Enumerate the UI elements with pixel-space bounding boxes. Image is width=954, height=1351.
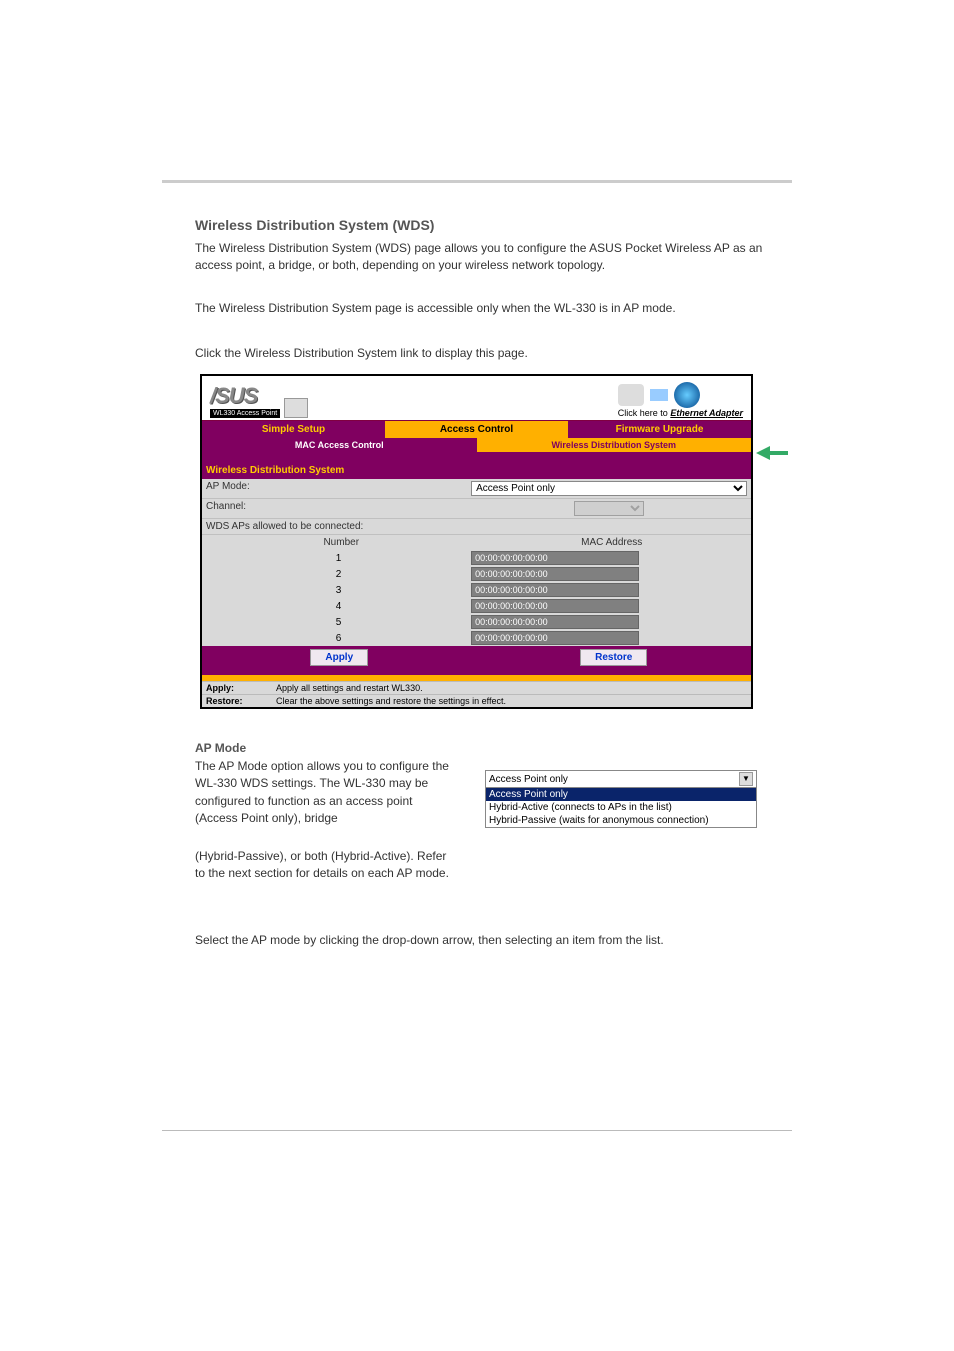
subtab-wds[interactable]: Wireless Distribution System xyxy=(477,438,752,452)
dropdown-option[interactable]: Hybrid-Passive (waits for anonymous conn… xyxy=(486,814,756,827)
apply-desc: Apply all settings and restart WL330. xyxy=(276,683,423,693)
apply-button[interactable]: Apply xyxy=(310,649,368,666)
globe-icon xyxy=(674,382,700,408)
channel-label: Channel: xyxy=(206,501,471,516)
wds-list-heading: WDS APs allowed to be connected: xyxy=(206,521,363,532)
table-row: 3 xyxy=(202,582,751,598)
ap-mode-dropdown-screenshot: Access Point only ▼ Access Point only Hy… xyxy=(485,770,757,828)
callout-arrow-stem xyxy=(770,451,788,455)
table-row: 1 xyxy=(202,550,751,566)
table-row: 5 xyxy=(202,614,751,630)
product-label: WL330 Access Point xyxy=(210,409,280,418)
paragraph: Select the AP mode by clicking the drop-… xyxy=(195,932,790,949)
hand-icon xyxy=(618,384,644,406)
section-heading: Wireless Distribution System (WDS) xyxy=(195,215,790,235)
ap-mode-label: AP Mode: xyxy=(206,481,471,496)
subtab-mac-access-control[interactable]: MAC Access Control xyxy=(202,438,477,452)
ethernet-adapter-link[interactable]: Click here to Ethernet Adapter xyxy=(618,408,743,418)
column-number: Number xyxy=(206,537,477,548)
paragraph: The Wireless Distribution System (WDS) p… xyxy=(195,240,790,275)
paragraph: The AP Mode option allows you to configu… xyxy=(195,758,455,828)
table-row: 6 xyxy=(202,630,751,646)
mac-input[interactable] xyxy=(471,599,639,613)
mac-input[interactable] xyxy=(471,631,639,645)
arrow-icon xyxy=(650,389,668,401)
table-row: 4 xyxy=(202,598,751,614)
router-ui-screenshot: /SUS WL330 Access Point Click here to Et… xyxy=(200,374,753,709)
asus-logo: /SUS xyxy=(210,383,280,409)
ap-mode-select[interactable]: Access Point only xyxy=(471,481,747,496)
device-icon xyxy=(284,398,308,418)
wds-section-heading: Wireless Distribution System xyxy=(202,462,751,479)
callout-arrow-icon xyxy=(756,446,770,460)
paragraph: The Wireless Distribution System page is… xyxy=(195,300,790,317)
apply-desc-label: Apply: xyxy=(206,683,276,693)
restore-button[interactable]: Restore xyxy=(580,649,647,666)
mac-input[interactable] xyxy=(471,615,639,629)
dropdown-selected-value[interactable]: Access Point only xyxy=(489,774,568,785)
dropdown-option[interactable]: Hybrid-Active (connects to APs in the li… xyxy=(486,801,756,814)
chevron-down-icon[interactable]: ▼ xyxy=(739,772,753,786)
channel-select xyxy=(574,501,644,516)
column-mac: MAC Address xyxy=(477,537,748,548)
dropdown-option[interactable]: Access Point only xyxy=(486,788,756,801)
mac-input[interactable] xyxy=(471,583,639,597)
ap-mode-heading: AP Mode xyxy=(195,740,790,757)
tab-simple-setup[interactable]: Simple Setup xyxy=(202,421,385,438)
mac-input[interactable] xyxy=(471,551,639,565)
tab-firmware-upgrade[interactable]: Firmware Upgrade xyxy=(568,421,751,438)
page-top-rule xyxy=(162,180,792,183)
paragraph: (Hybrid-Passive), or both (Hybrid-Active… xyxy=(195,848,455,883)
mac-input[interactable] xyxy=(471,567,639,581)
table-row: 2 xyxy=(202,566,751,582)
restore-desc-label: Restore: xyxy=(206,696,276,706)
restore-desc: Clear the above settings and restore the… xyxy=(276,696,506,706)
page-bottom-rule xyxy=(162,1130,792,1131)
paragraph: Click the Wireless Distribution System l… xyxy=(195,345,790,362)
tab-access-control[interactable]: Access Control xyxy=(385,421,568,438)
